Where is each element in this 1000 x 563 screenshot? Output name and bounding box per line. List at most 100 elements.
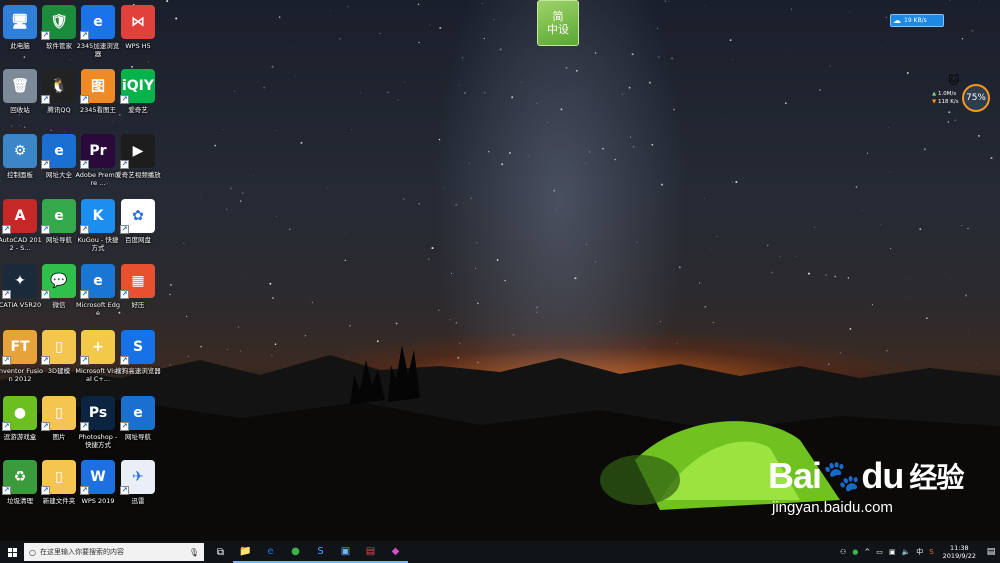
shortcut-arrow-icon: ↗ [120, 225, 129, 234]
shortcut-arrow-icon: ↗ [41, 225, 50, 234]
desktop-icon[interactable]: iQIY ↗ 爱奇艺 [118, 69, 158, 114]
file-explorer-icon: 📁 [239, 545, 252, 557]
ime-indicator[interactable]: 中 [913, 547, 926, 557]
shortcut-arrow-icon: ↗ [80, 225, 89, 234]
shortcut-arrow-icon: ↗ [120, 486, 129, 495]
desktop-icon[interactable]: e ↗ 网址导航 [39, 199, 79, 244]
speed-rates: ▲ 1.0M/s ▼ 118 K/s [932, 91, 959, 105]
desktop-icon-label: WPS H5 [125, 42, 151, 50]
desktop-icon[interactable]: ▯ ↗ 新建文件夹 [39, 460, 79, 505]
shortcut-arrow-icon: ↗ [2, 290, 11, 299]
starry-sky [0, 0, 993, 370]
desktop-icon[interactable]: A ↗ AutoCAD 2012 - S... [0, 199, 42, 252]
desktop-icon[interactable]: e ↗ 2345加速浏览器 [77, 5, 119, 58]
task-view-icon: ⧉ [216, 546, 225, 558]
start-button[interactable] [0, 541, 24, 563]
shortcut-arrow-icon: ↗ [80, 290, 89, 299]
search-placeholder: 在这里输入你要搜索的内容 [39, 548, 124, 556]
desktop-icon-label: 网址导航 [125, 433, 151, 441]
shortcut-arrow-icon: ↗ [41, 486, 50, 495]
shortcut-arrow-icon: ↗ [120, 290, 129, 299]
search-icon: ○ [29, 547, 36, 557]
desktop-icon[interactable]: ▯ ↗ 图片 [39, 396, 79, 441]
desktop-icon[interactable]: K ↗ KuGou - 快捷方式 [78, 199, 118, 252]
desktop-icon[interactable]: 🗑 回收站 [0, 69, 40, 114]
notification-center-icon[interactable]: ▤ [982, 547, 1000, 557]
taskbar-clock[interactable]: 11:38 2019/9/22 [937, 544, 982, 560]
sogou-ime-icon[interactable]: S [926, 548, 936, 556]
desktop-icon[interactable]: ▯ ↗ 3D建模 [39, 330, 79, 375]
pictures-folder-icon: ▯ ↗ [41, 396, 76, 431]
taskbar-search-box[interactable]: ○ 在这里输入你要搜索的内容 🎙 [24, 543, 204, 561]
taskbar-app-button[interactable]: ▤ [358, 541, 383, 563]
tray-app-icon[interactable]: ● [849, 548, 861, 556]
desktop-icon[interactable]: 🖥 此电脑 [0, 5, 40, 50]
desktop-icon[interactable]: e ↗ 网址大全 [39, 134, 79, 179]
taskbar-app-button[interactable]: ◆ [383, 541, 408, 563]
network-icon[interactable]: ▣ [886, 548, 899, 556]
upload-rate: 1.0M/s [937, 91, 957, 97]
wps-2019-icon: W ↗ [80, 460, 115, 495]
desktop-icon[interactable]: 💬 ↗ 微信 [39, 264, 79, 309]
desktop-icon[interactable]: ● ↗ 逗游游戏盒 [0, 396, 40, 441]
speed-monitor-widget[interactable]: 🐱 ▲ 1.0M/s ▼ 118 K/s 75% [928, 74, 994, 116]
taskbar-app-button[interactable]: ▣ [333, 541, 358, 563]
desktop-icon[interactable]: S ↗ 搜狗高速浏览器 [115, 330, 161, 375]
show-hidden-icons-chevron-icon[interactable]: ^ [861, 548, 873, 556]
recycle-bin-icon: 🗑 [3, 69, 37, 103]
clock-date: 2019/9/22 [942, 552, 976, 560]
folder-icon: ▯ ↗ [41, 330, 76, 365]
top-widget-line1: 简 [552, 10, 564, 23]
desktop-icon[interactable]: Ps ↗ Photoshop - 快捷方式 [78, 396, 118, 449]
desktop-icon[interactable]: ♻ ↗ 垃圾清理 [0, 460, 40, 505]
cloud-icon: ☁ [893, 16, 901, 25]
desktop-icon[interactable]: e ↗ 网址导航 [118, 396, 158, 441]
desktop-icon[interactable]: ⚙ 控制面板 [0, 134, 40, 179]
top-widget[interactable]: 简 中设 [537, 0, 579, 46]
desktop-icon[interactable]: 🐧 ↗ 腾讯QQ [39, 69, 79, 114]
desktop-icon[interactable]: 🛡 ↗ 软件管家 [39, 5, 79, 50]
wps-h5-icon: ⋈ [121, 5, 155, 39]
shortcut-arrow-icon: ↗ [41, 290, 50, 299]
taskbar-app-button[interactable]: ● [283, 541, 308, 563]
memory-usage-circle: 75% [962, 84, 990, 112]
people-icon[interactable]: ⚇ [837, 548, 849, 556]
shortcut-arrow-icon: ↗ [41, 95, 50, 104]
shortcut-arrow-icon: ↗ [41, 31, 50, 40]
battery-icon[interactable]: ▭ [873, 548, 886, 556]
taskbar-app-button[interactable]: S [308, 541, 333, 563]
taskbar-app-button[interactable]: 📁 [233, 541, 258, 563]
desktop-icon[interactable]: ▶ ↗ 爱奇艺视频播放 [115, 134, 161, 179]
desktop-icon[interactable]: ✈ ↗ 迅雷 [118, 460, 158, 505]
iqiyi-icon: iQIY ↗ [120, 69, 155, 104]
browser-2345-icon: e ↗ [80, 5, 115, 40]
desktop-icon[interactable]: Pr ↗ Adobe Premiere ... [75, 134, 121, 187]
desktop-icon[interactable]: ✦ ↗ CATIA V5R20 [0, 264, 41, 309]
window-app-icon: ▣ [340, 545, 351, 557]
desktop-icon[interactable]: e ↗ Microsoft Edge [76, 264, 120, 317]
desktop-icon[interactable]: ✿ ↗ 百度网盘 [118, 199, 158, 244]
sogou-taskbar-icon: S [317, 545, 324, 557]
desktop-icon-label: 爱奇艺视频播放 [115, 171, 161, 179]
microphone-icon[interactable]: 🎙 [189, 548, 199, 557]
qq-icon: 🐧 ↗ [41, 69, 76, 104]
shortcut-arrow-icon: ↗ [120, 160, 129, 169]
desktop-icon[interactable]: FT ↗ Inventor Fusion 2012 [0, 330, 43, 383]
map-pin-icon: ◆ [391, 545, 400, 557]
taskbar-app-button[interactable]: e [258, 541, 283, 563]
baidu-logo-left: Bai [768, 455, 822, 496]
desktop-icon[interactable]: + ↗ Microsoft Visual C+... [75, 330, 121, 383]
kugou-icon: K ↗ [80, 199, 115, 234]
desktop-icon[interactable]: W ↗ WPS 2019 [78, 460, 118, 505]
baidu-logo: Bai 🐾 du 经验 [768, 455, 968, 497]
shortcut-arrow-icon: ↗ [2, 486, 11, 495]
red-window-icon: ▤ [365, 545, 376, 557]
desktop-icon-label: 爱奇艺 [128, 106, 148, 114]
network-speed-float[interactable]: ☁ 19 KB/s [890, 14, 944, 27]
volume-icon[interactable]: 🔈 [898, 548, 913, 556]
taskbar-app-button[interactable]: ⧉ [208, 541, 233, 563]
desktop-icon[interactable]: ⋈ WPS H5 [118, 5, 158, 50]
desktop-icon[interactable]: 图 ↗ 2345看图王 [78, 69, 118, 114]
desktop-icon[interactable]: ▦ ↗ 好压 [118, 264, 158, 309]
shortcut-arrow-icon: ↗ [120, 356, 129, 365]
